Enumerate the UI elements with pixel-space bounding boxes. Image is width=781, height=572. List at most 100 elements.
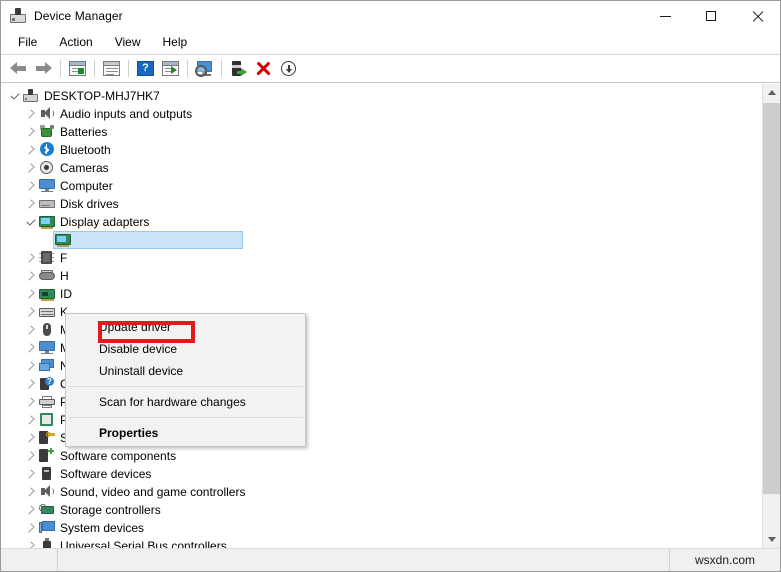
chevron-right-icon[interactable] <box>23 375 39 393</box>
menu-help[interactable]: Help <box>152 32 199 53</box>
chevron-right-icon[interactable] <box>23 267 39 285</box>
network-adapter-icon <box>39 358 55 374</box>
title-bar: Device Manager <box>1 1 780 31</box>
monitor-icon <box>39 340 55 356</box>
device-tree[interactable]: DESKTOP-MHJ7HK7 Audio inputs and outputs… <box>1 84 762 548</box>
chevron-right-icon[interactable] <box>23 249 39 267</box>
back-arrow-icon[interactable] <box>6 57 31 80</box>
tree-item-firmware[interactable]: F <box>1 249 762 267</box>
tree-item-computer[interactable]: Computer <box>1 177 762 195</box>
tree-item-disk-drives[interactable]: Disk drives <box>1 195 762 213</box>
context-menu-separator <box>68 417 303 418</box>
firmware-icon <box>39 250 55 266</box>
tree-item-display-adapters[interactable]: Display adapters <box>1 213 762 231</box>
chevron-right-icon[interactable] <box>23 411 39 429</box>
tree-item-software-devices[interactable]: Software devices <box>1 465 762 483</box>
tree-item-label: F <box>60 251 68 265</box>
device-manager-window: Device Manager File Action View Help ? D… <box>0 0 781 572</box>
display-adapter-icon <box>39 214 55 230</box>
help-icon[interactable]: ? <box>133 57 158 80</box>
tree-item-sound-controllers[interactable]: Sound, video and game controllers <box>1 483 762 501</box>
tree-item-storage-controllers[interactable]: Storage controllers <box>1 501 762 519</box>
window-controls <box>642 1 780 31</box>
tree-item-label: H <box>60 269 69 283</box>
show-hidden-devices-icon[interactable] <box>158 57 183 80</box>
close-button[interactable] <box>734 1 780 31</box>
tree-item-label: Disk drives <box>60 197 119 211</box>
ide-controller-icon <box>39 286 55 302</box>
chevron-right-icon[interactable] <box>23 393 39 411</box>
chevron-right-icon[interactable] <box>23 519 39 537</box>
context-menu-scan-for-hardware-changes[interactable]: Scan for hardware changes <box>66 391 305 413</box>
chevron-right-icon[interactable] <box>23 123 39 141</box>
chevron-right-icon[interactable] <box>23 321 39 339</box>
tree-item-software-components[interactable]: Software components <box>1 447 762 465</box>
chevron-right-icon[interactable] <box>23 303 39 321</box>
chevron-right-icon[interactable] <box>23 159 39 177</box>
tree-item-label: Computer <box>60 179 113 193</box>
chevron-down-icon[interactable] <box>23 213 39 231</box>
chevron-right-icon[interactable] <box>23 177 39 195</box>
context-menu-uninstall-device[interactable]: Uninstall device <box>66 360 305 382</box>
show-hide-console-tree-icon[interactable] <box>65 57 90 80</box>
tree-root-label: DESKTOP-MHJ7HK7 <box>44 89 160 103</box>
mouse-icon <box>39 322 55 338</box>
disable-device-icon[interactable] <box>276 57 301 80</box>
menu-view[interactable]: View <box>104 32 152 53</box>
tree-item-system-devices[interactable]: System devices <box>1 519 762 537</box>
camera-icon <box>39 160 55 176</box>
scroll-up-button[interactable] <box>763 84 780 101</box>
chevron-right-icon[interactable] <box>23 285 39 303</box>
menu-action[interactable]: Action <box>48 32 103 53</box>
properties-icon[interactable] <box>99 57 124 80</box>
chevron-right-icon[interactable] <box>23 447 39 465</box>
scrollbar-thumb[interactable] <box>763 103 780 495</box>
context-menu-properties[interactable]: Properties <box>66 422 305 444</box>
software-device-icon <box>39 466 55 482</box>
minimize-button[interactable] <box>642 1 688 31</box>
window-title: Device Manager <box>34 9 123 23</box>
chevron-down-icon[interactable] <box>7 87 23 105</box>
tree-item-label: Bluetooth <box>60 143 111 157</box>
context-menu-disable-device[interactable]: Disable device <box>66 338 305 360</box>
tree-item-selected-adapter[interactable] <box>1 231 762 249</box>
tree-item-label: Display adapters <box>60 215 150 229</box>
tree-item-audio[interactable]: Audio inputs and outputs <box>1 105 762 123</box>
context-menu-update-driver[interactable]: Update driver <box>66 316 305 338</box>
chevron-right-icon[interactable] <box>23 357 39 375</box>
menu-file[interactable]: File <box>7 32 48 53</box>
tree-item-label: Audio inputs and outputs <box>60 107 193 121</box>
tree-item-ide-controllers[interactable]: ID <box>1 285 762 303</box>
bluetooth-icon <box>39 142 55 158</box>
chevron-right-icon[interactable] <box>23 141 39 159</box>
tree-item-batteries[interactable]: Batteries <box>1 123 762 141</box>
chevron-right-icon[interactable] <box>23 195 39 213</box>
scan-for-hardware-changes-icon[interactable] <box>192 57 217 80</box>
selection-highlight <box>53 231 243 249</box>
tree-item-label: Software devices <box>60 467 152 481</box>
security-device-icon <box>39 430 55 446</box>
uninstall-device-icon[interactable] <box>251 57 276 80</box>
tree-item-label: System devices <box>60 521 145 535</box>
chevron-right-icon[interactable] <box>23 501 39 519</box>
scroll-down-button[interactable] <box>763 531 780 548</box>
forward-arrow-icon[interactable] <box>31 57 56 80</box>
content-area: DESKTOP-MHJ7HK7 Audio inputs and outputs… <box>1 83 780 548</box>
tree-item-human-interface-devices[interactable]: H <box>1 267 762 285</box>
chevron-right-icon[interactable] <box>23 339 39 357</box>
maximize-button[interactable] <box>688 1 734 31</box>
chevron-right-icon[interactable] <box>23 465 39 483</box>
tree-item-bluetooth[interactable]: Bluetooth <box>1 141 762 159</box>
chevron-right-icon[interactable] <box>23 429 39 447</box>
chevron-right-icon[interactable] <box>23 483 39 501</box>
chevron-right-icon[interactable] <box>23 537 39 548</box>
tree-item-usb-controllers[interactable]: Universal Serial Bus controllers <box>1 537 762 548</box>
tree-item-cameras[interactable]: Cameras <box>1 159 762 177</box>
update-driver-icon[interactable] <box>226 57 251 80</box>
tree-item-label: Sound, video and game controllers <box>60 485 246 499</box>
scrollbar-track[interactable] <box>763 101 780 531</box>
tree-item-label: Software components <box>60 449 177 463</box>
vertical-scrollbar[interactable] <box>762 84 780 548</box>
tree-root-row[interactable]: DESKTOP-MHJ7HK7 <box>1 87 762 105</box>
chevron-right-icon[interactable] <box>23 105 39 123</box>
